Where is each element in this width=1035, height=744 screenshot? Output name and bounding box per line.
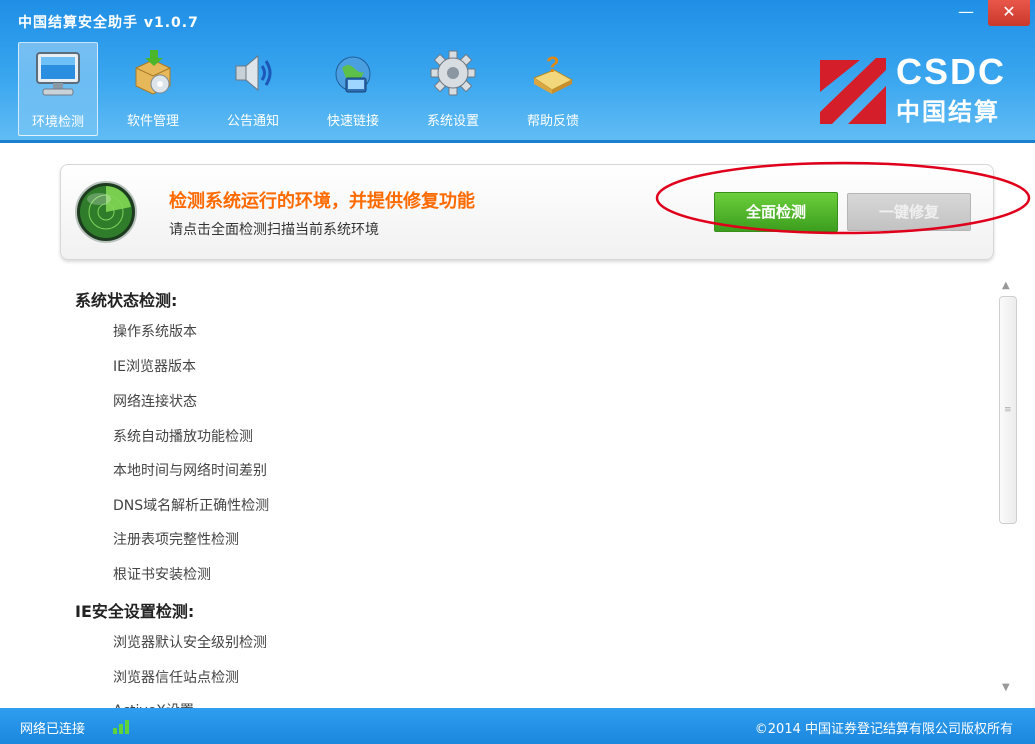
tab-environment-check[interactable]: 环境检测	[18, 42, 98, 136]
app-window: 中国结算安全助手 v1.0.7 — ✕ 环境检测 软件管理 公告通知 快速链接 …	[0, 0, 1035, 744]
section-title-system-status: 系统状态检测:	[75, 291, 178, 310]
check-list: 系统状态检测: 操作系统版本 IE浏览器版本 网络连接状态 系统自动播放功能检测…	[0, 270, 990, 708]
tab-label: 系统设置	[426, 114, 479, 129]
check-item: ActiveX设置	[113, 700, 194, 708]
tab-help-feedback[interactable]: ? 帮助反馈	[514, 42, 592, 134]
info-panel: 检测系统运行的环境，并提供修复功能 请点击全面检测扫描当前系统环境 全面检测 一…	[60, 164, 994, 260]
logo-text: CSDC	[896, 51, 1007, 92]
panel-subtitle: 请点击全面检测扫描当前系统环境	[169, 222, 379, 238]
tab-announcements[interactable]: 公告通知	[214, 42, 292, 134]
logo-chinese-text: 中国结算	[896, 98, 1000, 126]
check-item: DNS域名解析正确性检测	[113, 498, 270, 514]
speaker-icon	[235, 54, 272, 92]
check-item: 浏览器默认安全级别检测	[113, 635, 267, 651]
help-book-icon: ?	[532, 52, 574, 94]
check-item: 根证书安装检测	[113, 567, 211, 583]
tab-quick-links[interactable]: 快速链接	[314, 42, 392, 134]
tab-label: 帮助反馈	[526, 114, 579, 129]
tab-system-settings[interactable]: 系统设置	[414, 42, 492, 134]
header-divider	[0, 140, 1035, 143]
signal-strength-icon	[113, 720, 129, 734]
csdc-logo-mark-icon	[820, 58, 886, 124]
tab-label: 快速链接	[326, 114, 379, 129]
tab-label: 软件管理	[126, 114, 179, 129]
check-item: 本地时间与网络时间差别	[113, 463, 267, 479]
check-item: IE浏览器版本	[113, 359, 196, 375]
panel-title: 检测系统运行的环境，并提供修复功能	[169, 191, 475, 212]
tab-label: 环境检测	[31, 115, 84, 130]
scroll-up-arrow-icon[interactable]: ▲	[1002, 280, 1010, 291]
one-click-fix-button[interactable]: 一键修复	[847, 193, 971, 231]
radar-icon	[75, 181, 137, 243]
software-box-icon	[135, 50, 171, 95]
app-title: 中国结算安全助手 v1.0.7	[18, 15, 199, 31]
gear-icon	[430, 50, 476, 96]
scroll-down-arrow-icon[interactable]: ▼	[1002, 682, 1010, 693]
monitor-icon	[36, 52, 80, 96]
csdc-logo: CSDC 中国结算	[816, 50, 1016, 130]
tab-software-management[interactable]: 软件管理	[114, 42, 192, 134]
network-status: 网络已连接	[20, 722, 86, 737]
check-item: 网络连接状态	[113, 394, 197, 410]
check-item: 系统自动播放功能检测	[113, 429, 253, 445]
svg-text:?: ?	[546, 52, 559, 77]
check-item: 注册表项完整性检测	[113, 532, 239, 548]
list-scrollbar[interactable]: ▲ ≡ ▼	[996, 278, 1020, 706]
scroll-thumb[interactable]: ≡	[999, 296, 1017, 524]
grip-icon: ≡	[1004, 405, 1012, 415]
check-item: 浏览器信任站点检测	[113, 670, 239, 686]
copyright-text: ©2014 中国证券登记结算有限公司版权所有	[754, 722, 1013, 737]
status-bar: 网络已连接 ©2014 中国证券登记结算有限公司版权所有	[0, 708, 1035, 744]
minimize-button[interactable]: —	[946, 0, 986, 26]
globe-link-icon	[335, 56, 371, 93]
full-scan-button[interactable]: 全面检测	[714, 192, 838, 232]
header: 中国结算安全助手 v1.0.7 — ✕ 环境检测 软件管理 公告通知 快速链接 …	[0, 0, 1035, 143]
check-item: 操作系统版本	[113, 324, 197, 340]
section-title-ie-security: IE安全设置检测:	[75, 602, 195, 621]
close-button[interactable]: ✕	[988, 0, 1030, 26]
tab-label: 公告通知	[226, 114, 279, 129]
